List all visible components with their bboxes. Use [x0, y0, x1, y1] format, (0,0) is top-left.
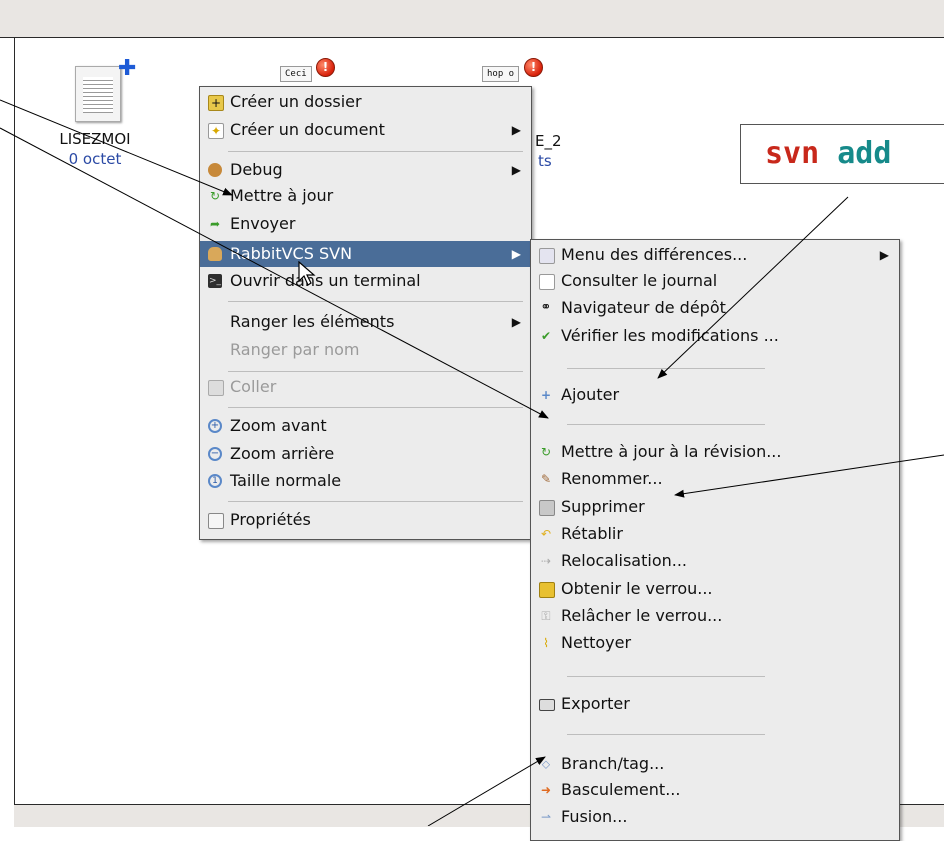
arrow-to-ajouter-from-left: [0, 127, 549, 419]
arrow-to-update: [0, 99, 233, 196]
arrow-to-ajouter: [657, 196, 849, 379]
mouse-pointer-icon: [298, 261, 316, 286]
arrow-to-branch-tag: [427, 756, 546, 826]
arrow-to-supprimer: [674, 454, 944, 498]
annotation-arrows: [0, 99, 944, 826]
